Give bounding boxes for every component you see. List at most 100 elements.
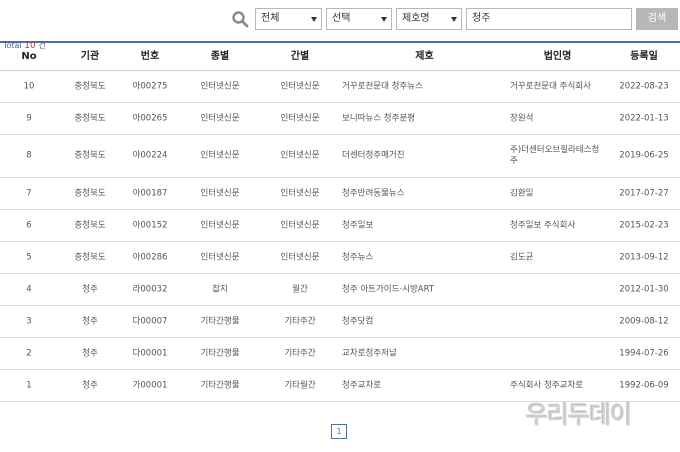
chevron-down-icon bbox=[311, 17, 317, 22]
cell-title[interactable]: 교차로청주저널 bbox=[342, 348, 502, 359]
cell-title[interactable]: 청주뉴스 bbox=[342, 252, 502, 263]
table-row[interactable]: 9 충청북도 아00265 인터넷신문 인터넷신문 보니따뉴스 청주분평 장원석 2022-0… bbox=[0, 103, 680, 135]
cell-org: 충청북도 bbox=[74, 150, 106, 161]
cell-freq: 인터넷신문 bbox=[280, 188, 320, 198]
header-title: 제호 bbox=[415, 51, 434, 62]
table-row[interactable]: 7 충청북도 아00187 인터넷신문 인터넷신문 청주반려동물뉴스 김환일 2017-07-… bbox=[0, 178, 680, 210]
cell-title[interactable]: 청주반려동물뉴스 bbox=[342, 188, 502, 199]
cell-org: 충청북도 bbox=[74, 113, 106, 123]
table-row[interactable]: 8 충청북도 아00224 인터넷신문 인터넷신문 더센터청주매거진 주)더센터오브필라테스… bbox=[0, 135, 680, 178]
cell-date: 2022-01-13 bbox=[619, 113, 669, 123]
cell-org: 충청북도 bbox=[74, 220, 106, 230]
table-row[interactable]: 10 충청북도 아00275 인터넷신문 인터넷신문 거꾸로천문대 청주뉴스 거꾸로천문대 … bbox=[0, 71, 680, 103]
cell-date: 2017-07-27 bbox=[619, 188, 669, 198]
cell-no: 10 bbox=[23, 81, 35, 91]
cell-corp: 청주일보 주식회사 bbox=[510, 220, 576, 230]
cell-corp: 주)더센터오브필라테스청주 bbox=[510, 145, 600, 166]
region-select-value: 선택 bbox=[332, 13, 351, 24]
cell-corp: 김환일 bbox=[510, 188, 534, 198]
cell-title[interactable]: 청주 아트가이드·시방ART bbox=[342, 284, 502, 295]
cell-org: 충청북도 bbox=[74, 252, 106, 262]
chevron-down-icon bbox=[381, 17, 387, 22]
table-row[interactable]: 3 청주 다00007 기타간행물 기타주간 청주닷컴 2009-08-12 bbox=[0, 306, 680, 338]
cell-date: 2013-09-12 bbox=[619, 252, 669, 262]
cell-corp: 주식회사 청주교차로 bbox=[510, 380, 584, 390]
cell-no: 8 bbox=[26, 150, 32, 161]
cell-no: 6 bbox=[26, 220, 32, 230]
total-label: Total bbox=[3, 41, 22, 50]
table-body: 10 충청북도 아00275 인터넷신문 인터넷신문 거꾸로천문대 청주뉴스 거꾸로천문대 … bbox=[0, 71, 680, 402]
watermark-logo: 우리두데이 bbox=[526, 401, 632, 429]
table-row[interactable]: 2 청주 다00001 기타간행물 기타주간 교차로청주저널 1994-07-26 bbox=[0, 338, 680, 370]
header-freq: 간별 bbox=[290, 51, 310, 62]
header-type: 종별 bbox=[210, 51, 230, 62]
cell-date: 2009-08-12 bbox=[619, 316, 669, 326]
cell-num: 아00187 bbox=[132, 188, 168, 198]
table-row[interactable]: 5 충청북도 아00286 인터넷신문 인터넷신문 청주뉴스 김도균 2013-09-12 bbox=[0, 242, 680, 274]
cell-date: 2012-01-30 bbox=[619, 284, 669, 294]
header-no: No bbox=[21, 51, 37, 62]
cell-num: 가00001 bbox=[132, 380, 168, 390]
cell-freq: 인터넷신문 bbox=[280, 81, 320, 91]
cell-corp: 장원석 bbox=[510, 113, 534, 123]
cell-num: 라00032 bbox=[132, 284, 168, 294]
cell-freq: 인터넷신문 bbox=[280, 252, 320, 262]
category-select[interactable]: 전체 bbox=[255, 8, 322, 30]
table-header: No 기관 번호 종별 간별 제호 법인명 등록일 bbox=[0, 41, 680, 71]
cell-org: 청주 bbox=[82, 316, 98, 326]
cell-num: 아00265 bbox=[132, 113, 168, 123]
cell-type: 잡지 bbox=[212, 284, 228, 294]
cell-freq: 인터넷신문 bbox=[280, 220, 320, 230]
cell-num: 아00275 bbox=[132, 81, 168, 91]
cell-title[interactable]: 거꾸로천문대 청주뉴스 bbox=[342, 81, 502, 92]
cell-title[interactable]: 보니따뉴스 청주분평 bbox=[342, 113, 502, 124]
cell-num: 아00152 bbox=[132, 220, 168, 230]
search-button[interactable]: 검색 bbox=[636, 8, 678, 30]
region-select[interactable]: 선택 bbox=[326, 8, 392, 30]
cell-no: 3 bbox=[26, 316, 32, 326]
table-row[interactable]: 4 청주 라00032 잡지 월간 청주 아트가이드·시방ART 2012-01-30 bbox=[0, 274, 680, 306]
chevron-down-icon bbox=[451, 17, 457, 22]
cell-freq: 기타주간 bbox=[284, 348, 316, 358]
cell-title[interactable]: 더센터청주매거진 bbox=[342, 151, 502, 162]
cell-type: 인터넷신문 bbox=[200, 188, 240, 198]
cell-date: 2019-06-25 bbox=[619, 150, 669, 161]
total-number: 10 bbox=[24, 41, 36, 51]
cell-num: 아00286 bbox=[132, 252, 168, 262]
cell-date: 2022-08-23 bbox=[619, 81, 669, 91]
cell-title[interactable]: 청주닷컴 bbox=[342, 316, 502, 327]
cell-org: 충청북도 bbox=[74, 81, 106, 91]
cell-no: 2 bbox=[26, 348, 32, 358]
cell-freq: 인터넷신문 bbox=[280, 113, 320, 123]
result-table: No 기관 번호 종별 간별 제호 법인명 등록일 10 충청북도 아00275 인터… bbox=[0, 41, 680, 402]
total-count: Total 10 건 bbox=[3, 41, 46, 51]
cell-freq: 기타월간 bbox=[284, 380, 316, 390]
cell-org: 청주 bbox=[82, 348, 98, 358]
header-org: 기관 bbox=[80, 51, 100, 62]
cell-no: 1 bbox=[26, 380, 32, 390]
cell-date: 1992-06-09 bbox=[619, 380, 669, 390]
header-date: 등록일 bbox=[630, 51, 658, 62]
page-button-1[interactable]: 1 bbox=[331, 424, 347, 439]
cell-num: 아00224 bbox=[132, 150, 168, 161]
cell-type: 인터넷신문 bbox=[200, 220, 240, 230]
cell-date: 1994-07-26 bbox=[619, 348, 669, 358]
cell-no: 7 bbox=[26, 188, 32, 198]
cell-title[interactable]: 청주일보 bbox=[342, 220, 502, 231]
cell-freq: 인터넷신문 bbox=[280, 150, 320, 161]
table-row[interactable]: 6 충청북도 아00152 인터넷신문 인터넷신문 청주일보 청주일보 주식회사 2015-0… bbox=[0, 210, 680, 242]
total-unit: 건 bbox=[38, 41, 46, 50]
cell-type: 인터넷신문 bbox=[200, 113, 240, 123]
cell-title[interactable]: 청주교차로 bbox=[342, 380, 502, 391]
cell-org: 청주 bbox=[82, 284, 98, 294]
search-icon[interactable] bbox=[231, 10, 249, 28]
cell-freq: 월간 bbox=[292, 284, 308, 294]
search-field-select[interactable]: 제호명 bbox=[396, 8, 462, 30]
cell-type: 기타간행물 bbox=[200, 316, 240, 326]
cell-type: 기타간행물 bbox=[200, 380, 240, 390]
header-num: 번호 bbox=[140, 51, 160, 62]
cell-type: 인터넷신문 bbox=[200, 252, 240, 262]
search-input[interactable]: 청주 bbox=[466, 8, 632, 30]
cell-type: 인터넷신문 bbox=[200, 81, 240, 91]
cell-no: 5 bbox=[26, 252, 32, 262]
